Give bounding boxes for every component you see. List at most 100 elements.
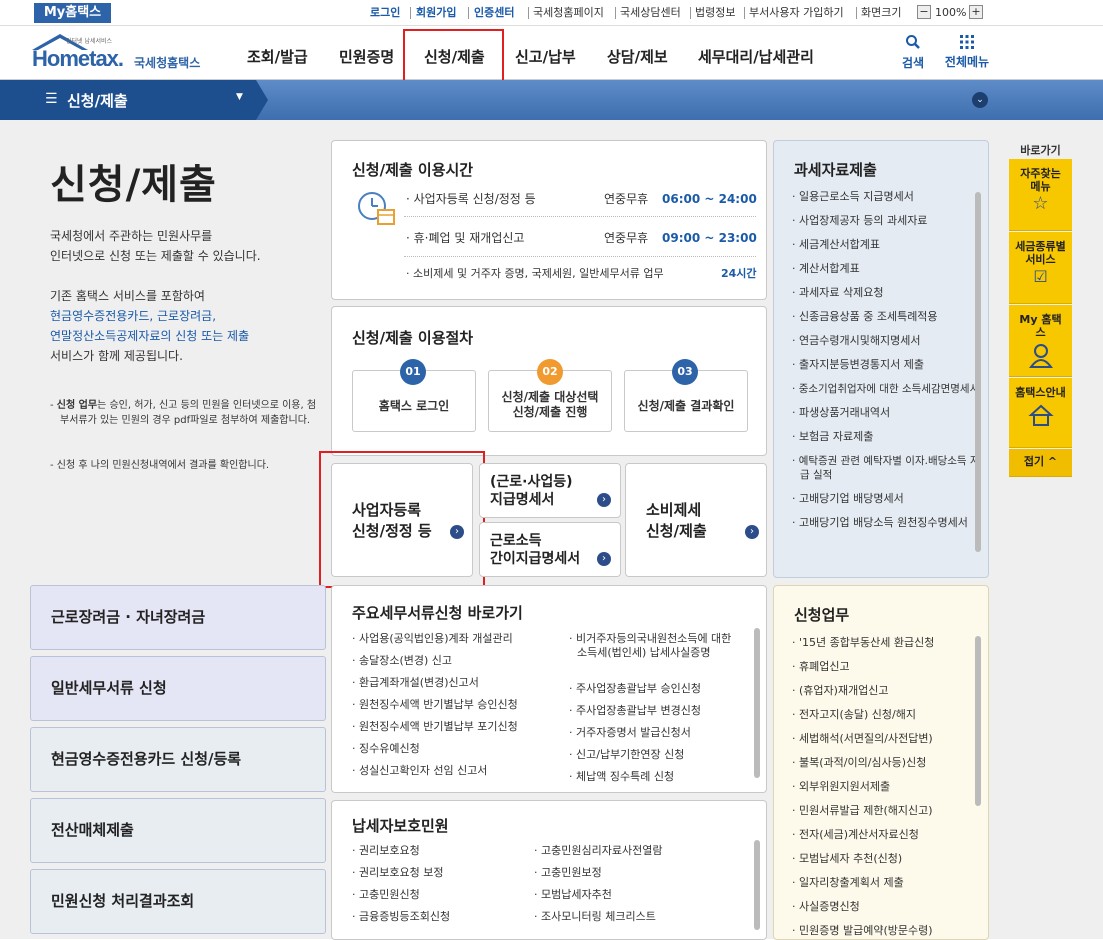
application-scrollbar[interactable] [975, 636, 981, 806]
highlight-nav-application [403, 29, 504, 86]
doc-link[interactable]: · 신고/납부기한연장 신청 [569, 748, 684, 762]
quick-tax-type-service[interactable]: 세금종류별 서비스 ☑ [1009, 232, 1072, 304]
consumption-tax-tile[interactable]: 소비제세 신청/제출 › [625, 463, 767, 577]
protection-scrollbar[interactable] [754, 840, 760, 930]
tax-data-item[interactable]: · 세금계산서합계표 [792, 238, 980, 252]
hometax-logo[interactable]: 인터넷 납세서비스 Hometax. 국세청홈택스 [30, 32, 220, 74]
doc-link[interactable]: · 거주자증명서 발급신청서 [569, 726, 691, 740]
tax-data-item[interactable]: · 신종금융상품 중 조세특례적용 [792, 310, 980, 324]
application-link[interactable]: · 민원서류발급 제한(해지신고) [792, 804, 933, 818]
tax-data-item[interactable]: · 예탁증권 관련 예탁자별 이자.배당소득 지급 실적 [792, 454, 980, 482]
left-menu-general-tax-documents[interactable]: 일반세무서류 신청 [30, 656, 326, 721]
doc-link[interactable]: · 원천징수세액 반기별납부 포기신청 [352, 720, 518, 734]
major-docs-title: 주요세무서류신청 바로가기 [352, 604, 523, 622]
tax-data-item[interactable]: · 출자지분등변경통지서 제출 [792, 358, 980, 372]
application-link[interactable]: · '15년 종합부동산세 환급신청 [792, 636, 934, 650]
protection-link[interactable]: · 고충민원신청 [352, 888, 420, 902]
application-link[interactable]: · 사실증명신청 [792, 900, 860, 914]
doc-link[interactable]: · 원천징수세액 반기별납부 승인신청 [352, 698, 518, 712]
tax-data-list: · 일용근로소득 지급명세서 · 사업장제공자 등의 과세자료 · 세금계산서합… [792, 190, 980, 540]
arrow-right-icon: › [597, 552, 611, 566]
docs-scrollbar[interactable] [754, 628, 760, 778]
application-link[interactable]: · 전자(세금)계산서자료신청 [792, 828, 919, 842]
doc-link[interactable]: · 징수유예신청 [352, 742, 420, 756]
signup-link[interactable]: 회원가입 [416, 6, 456, 20]
divider [744, 7, 745, 19]
submenu-arrow [256, 80, 268, 120]
left-menu-earned-income-credit[interactable]: 근로장려금 · 자녀장려금 [30, 585, 326, 650]
nts-homepage-link[interactable]: 국세청홈페이지 [533, 6, 604, 20]
consult-center-link[interactable]: 국세상담센터 [620, 6, 681, 20]
tile-label: 소비제세 신청/제출 [646, 500, 707, 542]
application-link[interactable]: · (휴업자)재개업신고 [792, 684, 889, 698]
quick-frequent-menu[interactable]: 자주찾는 메뉴 ☆ [1009, 159, 1072, 231]
left-menu-electronic-media[interactable]: 전산매체제출 [30, 798, 326, 863]
tax-data-item[interactable]: · 사업장제공자 등의 과세자료 [792, 214, 980, 228]
doc-link[interactable]: · 환급계좌개설(변경)신고서 [352, 676, 479, 690]
doc-link[interactable]: · 송달장소(변경) 신고 [352, 654, 452, 668]
simple-payment-statement-tile[interactable]: 근로소득 간이지급명세서 › [479, 522, 621, 577]
quick-hometax-guide[interactable]: 홈택스안내 [1009, 378, 1072, 448]
note-2-text: 신청 후 나의 민원신청내역에서 결과를 확인합니다. [56, 460, 270, 471]
doc-link[interactable]: · 체납액 징수특례 신청 [569, 770, 674, 784]
tax-data-item[interactable]: · 계산서합계표 [792, 262, 980, 276]
protection-link[interactable]: · 조사모니터링 체크리스트 [534, 910, 656, 924]
all-menu-button[interactable]: 전체메뉴 [940, 34, 994, 74]
tax-data-item[interactable]: · 파생상품거래내역서 [792, 406, 980, 420]
tax-data-item[interactable]: · 중소기업취업자에 대한 소득세감면명세서 [792, 382, 980, 396]
doc-link[interactable]: · 사업용(공익법인용)계좌 개설관리 [352, 632, 513, 646]
zoom-out-button[interactable]: − [917, 5, 931, 19]
quick-my-hometax[interactable]: My 홈택스 [1009, 305, 1072, 377]
application-link[interactable]: · 모범납세자 추천(신청) [792, 852, 902, 866]
quick-fold-button[interactable]: 접기 ^ [1009, 449, 1072, 477]
tax-data-item[interactable]: · 과세자료 삭제요청 [792, 286, 980, 300]
tax-data-scrollbar[interactable] [975, 192, 981, 552]
doc-link[interactable]: · 주사업장총괄납부 승인신청 [569, 682, 701, 696]
hours-row-2-days: 연중무휴 [604, 231, 649, 245]
tax-data-item[interactable]: · 연금수령개시및해지명세서 [792, 334, 980, 348]
chevron-down-icon[interactable]: ⌄ [972, 92, 988, 108]
zoom-level: 100% [935, 6, 967, 19]
arrow-right-icon: › [745, 525, 759, 539]
application-link[interactable]: · 세법해석(서면질의/사전답변) [792, 732, 933, 746]
application-link[interactable]: · 민원증명 발급예약(방문수령) [792, 924, 933, 938]
divider [404, 256, 756, 257]
tax-data-item[interactable]: · 고배당기업 배당소득 원천징수명세서 [792, 516, 980, 530]
payment-statement-tile[interactable]: (근로·사업등) 지급명세서 › [479, 463, 621, 518]
my-hometax-button[interactable]: My홈택스 [34, 3, 111, 23]
protection-link[interactable]: · 권리보호요청 [352, 844, 420, 858]
doc-link[interactable]: · 비거주자등의국내원천소득에 대한 소득세(법인세) 납세사실증명 [569, 632, 741, 660]
tax-data-item[interactable]: · 고배당기업 배당명세서 [792, 492, 980, 506]
tax-data-item[interactable]: · 보험금 자료제출 [792, 430, 980, 444]
login-link[interactable]: 로그인 [370, 6, 400, 20]
application-link[interactable]: · 불복(과적/이의/심사등)신청 [792, 756, 926, 770]
cert-center-link[interactable]: 인증센터 [474, 6, 514, 20]
protection-link[interactable]: · 모범납세자추천 [534, 888, 612, 902]
application-link[interactable]: · 휴폐업신고 [792, 660, 850, 674]
protection-link[interactable]: · 고충민원심리자료사전열람 [534, 844, 662, 858]
caret-down-icon: ▼ [236, 92, 243, 102]
left-menu-cash-receipt-card[interactable]: 현금영수증전용카드 신청/등록 [30, 727, 326, 792]
nav-consult-report[interactable]: 상담/제보 [607, 46, 668, 67]
nav-filing-payment[interactable]: 신고/납부 [515, 46, 576, 67]
nav-inquiry[interactable]: 조회/발급 [247, 46, 308, 67]
application-link[interactable]: · 일자리창출계획서 제출 [792, 876, 904, 890]
submenu-selector[interactable]: ☰ 신청/제출 ▼ [0, 80, 256, 120]
tax-data-item[interactable]: · 일용근로소득 지급명세서 [792, 190, 980, 204]
nav-certificates[interactable]: 민원증명 [339, 46, 394, 67]
protection-link[interactable]: · 금융증빙등조회신청 [352, 910, 450, 924]
law-info-link[interactable]: 법령정보 [695, 6, 735, 20]
doc-link[interactable]: · 주사업장총괄납부 변경신청 [569, 704, 701, 718]
nav-tax-agent[interactable]: 세무대리/납세관리 [698, 46, 814, 67]
checkbox-icon: ☑ [1033, 267, 1048, 286]
left-menu-civil-result-inquiry[interactable]: 민원신청 처리결과조회 [30, 869, 326, 934]
application-link[interactable]: · 전자고지(송달) 신청/해지 [792, 708, 916, 722]
dept-user-signup-link[interactable]: 부서사용자 가입하기 [749, 6, 844, 20]
zoom-in-button[interactable]: + [969, 5, 983, 19]
doc-link[interactable]: · 성실신고확인자 선임 신고서 [352, 764, 487, 778]
search-button[interactable]: 검색 [898, 34, 928, 74]
protection-link[interactable]: · 고충민원보정 [534, 866, 602, 880]
application-link[interactable]: · 외부위원지원서제출 [792, 780, 890, 794]
tile-label: (근로·사업등) 지급명세서 [490, 473, 573, 509]
protection-link[interactable]: · 권리보호요청 보정 [352, 866, 443, 880]
